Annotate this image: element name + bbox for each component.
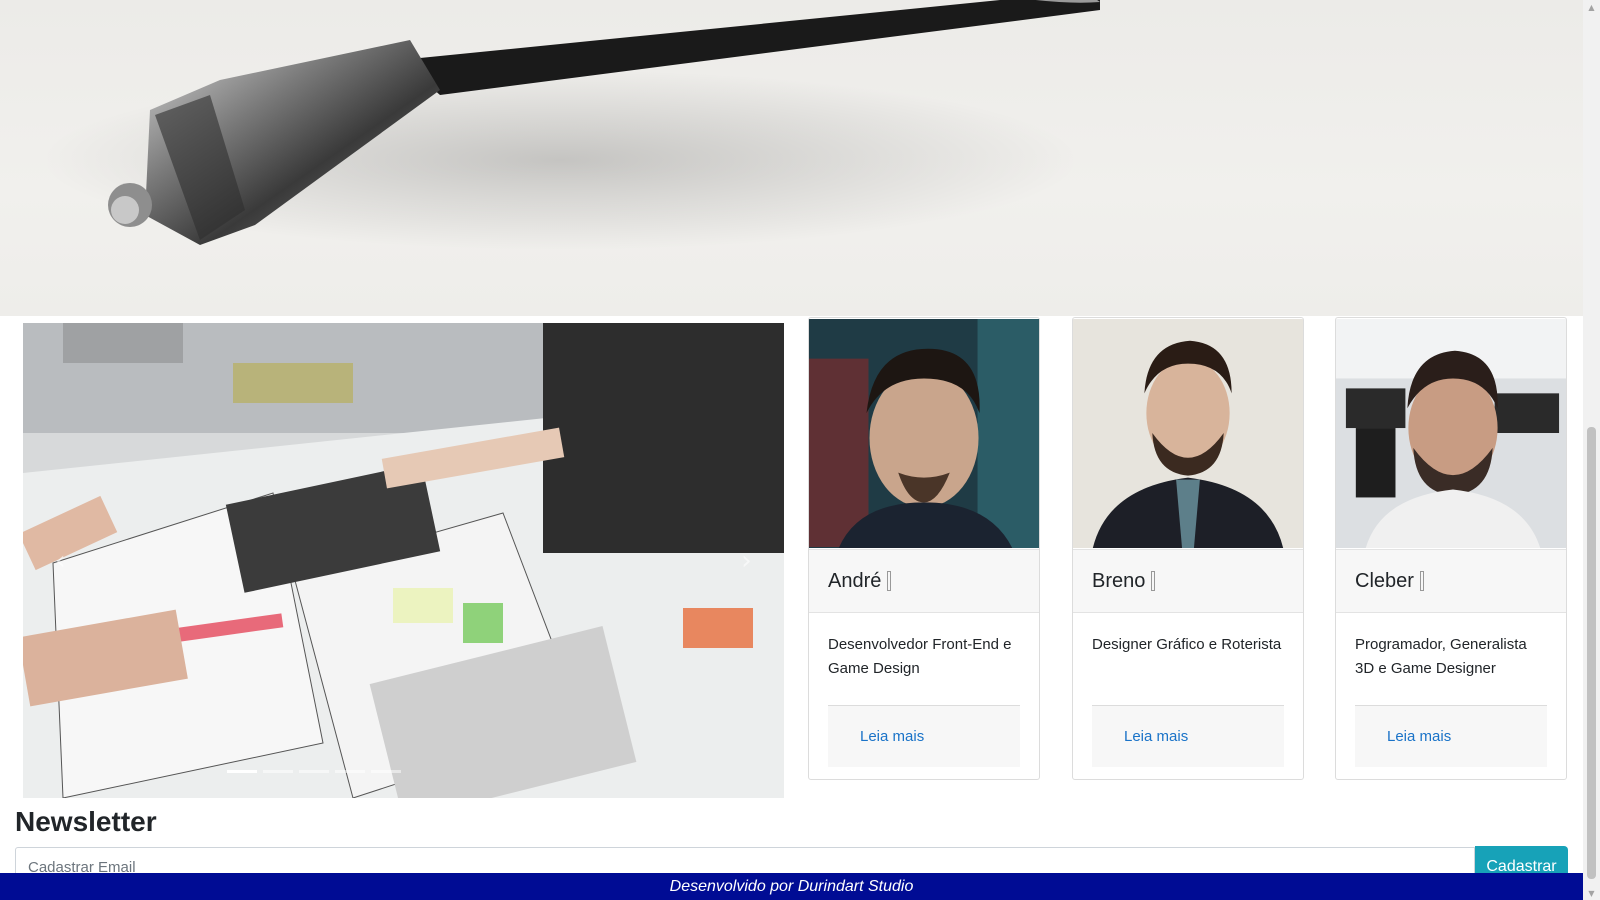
site-footer: Desenvolvido por Durindart Studio [0,873,1583,900]
card-body: Programador, Generalista 3D e Game Desig… [1336,613,1566,691]
avatar [1073,318,1303,549]
card-title: Breno [1092,569,1146,592]
read-more-link[interactable]: Leia mais [1387,728,1451,745]
scroll-thumb[interactable] [1587,427,1596,879]
carousel-next-button[interactable]: › [709,323,784,798]
card-title: André [828,569,882,592]
carousel-indicators [23,770,784,773]
hero-illustration [40,0,1100,250]
card-header: André [809,549,1039,613]
image-carousel[interactable]: ‹ › [23,323,784,798]
card-footer: Leia mais [828,705,1020,767]
card-title: Cleber [1355,569,1414,592]
footer-credit: Desenvolvido por Durindart Studio [669,877,914,895]
avatar [809,318,1039,549]
team-card-andre: André Desenvolvedor Front-End e Game Des… [808,317,1040,780]
scroll-down-arrow-icon[interactable]: ▼ [1583,886,1600,900]
chevron-left-icon: ‹ [55,545,66,576]
card-body: Designer Gráfico e Roterista [1073,613,1303,691]
card-header: Breno [1073,549,1303,613]
scroll-up-arrow-icon[interactable]: ▲ [1583,0,1600,14]
text-cursor-icon [1151,571,1156,591]
carousel-indicator[interactable] [226,770,257,773]
read-more-link[interactable]: Leia mais [1124,728,1188,745]
team-card-breno: Breno Designer Gráfico e Roterista Leia … [1072,317,1304,780]
card-description: Programador, Generalista 3D e Game Desig… [1355,636,1527,677]
carousel-prev-button[interactable]: ‹ [23,323,98,798]
read-more-link[interactable]: Leia mais [860,728,924,745]
hero-image [0,0,1583,316]
text-cursor-icon [887,571,892,591]
carousel-indicator[interactable] [370,770,401,773]
carousel-indicator[interactable] [262,770,293,773]
card-footer: Leia mais [1092,705,1284,767]
text-cursor-icon [1419,571,1424,591]
carousel-indicator[interactable] [298,770,329,773]
carousel-slide-image [23,323,784,798]
card-footer: Leia mais [1355,705,1547,767]
carousel-indicator[interactable] [334,770,365,773]
newsletter-title: Newsletter [15,806,157,837]
card-description: Desenvolvedor Front-End e Game Design [828,636,1012,677]
card-description: Designer Gráfico e Roterista [1092,636,1282,653]
card-body: Desenvolvedor Front-End e Game Design [809,613,1039,691]
page-scrollbar[interactable]: ▲ ▼ [1583,0,1600,900]
team-card-cleber: Cleber Programador, Generalista 3D e Gam… [1335,317,1567,780]
card-header: Cleber [1336,549,1566,613]
chevron-right-icon: › [741,545,752,576]
avatar [1336,318,1566,549]
